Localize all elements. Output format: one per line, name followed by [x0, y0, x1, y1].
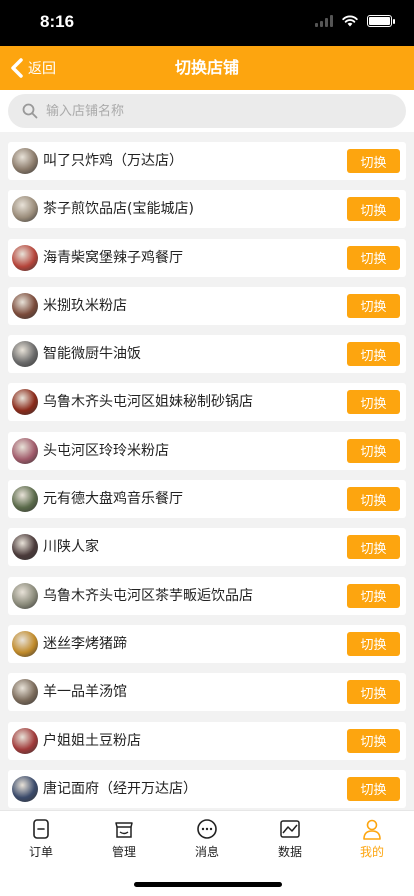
tab-label: 管理 — [111, 845, 136, 859]
back-button[interactable]: 返回 — [10, 46, 56, 90]
search-input[interactable] — [46, 103, 366, 119]
status-icons — [315, 14, 395, 27]
switch-store-button[interactable]: 切换 — [347, 535, 400, 560]
store-row[interactable]: 元有德大盘鸡音乐餐厅 切换 — [8, 480, 406, 519]
switch-store-button[interactable]: 切换 — [347, 438, 400, 463]
tab-order[interactable]: 订单 — [11, 811, 71, 867]
status-bar: 8:16 — [0, 0, 414, 46]
switch-store-button[interactable]: 切换 — [347, 342, 400, 367]
store-row[interactable]: 羊一品羊汤馆 切换 — [8, 673, 406, 712]
store-avatar — [12, 341, 38, 368]
store-name: 茶子煎饮品店(宝能城店) — [43, 201, 194, 218]
store-name: 川陕人家 — [43, 539, 99, 556]
store-name: 户姐姐土豆粉店 — [43, 732, 141, 749]
store-avatar — [12, 582, 38, 609]
tab-label: 消息 — [194, 845, 219, 859]
store-name: 海青柴窝堡辣子鸡餐厅 — [43, 249, 183, 266]
tab-label: 数据 — [277, 845, 302, 859]
tab-label: 我的 — [359, 845, 384, 859]
store-avatar — [12, 196, 38, 223]
store-row[interactable]: 头屯河区玲玲米粉店 切换 — [8, 431, 406, 470]
store-avatar — [12, 244, 38, 271]
tab-store[interactable]: 管理 — [94, 811, 154, 867]
switch-store-button[interactable]: 切换 — [347, 197, 400, 222]
store-list: 叫了只炸鸡（万达店） 切换 茶子煎饮品店(宝能城店) 切换 海青柴窝堡辣子鸡餐厅 切换 米捌… — [0, 142, 414, 818]
nav-bar: 返回 切换店铺 — [0, 46, 414, 90]
store-name: 头屯河区玲玲米粉店 — [43, 442, 169, 459]
store-avatar — [12, 679, 38, 706]
wifi-icon — [342, 15, 358, 27]
switch-store-button[interactable]: 切换 — [347, 728, 400, 753]
switch-store-button[interactable]: 切换 — [347, 390, 400, 415]
store-row[interactable]: 迷丝李烤猪蹄 切换 — [8, 624, 406, 663]
store-row[interactable]: 茶子煎饮品店(宝能城店) 切换 — [8, 190, 406, 229]
store-row[interactable]: 智能微厨牛油饭 切换 — [8, 335, 406, 374]
store-avatar — [12, 727, 38, 754]
user-icon — [363, 819, 381, 840]
tab-message[interactable]: 消息 — [177, 811, 237, 867]
store-row[interactable]: 叫了只炸鸡（万达店） 切换 — [8, 142, 406, 180]
order-icon — [33, 819, 49, 839]
store-icon — [115, 822, 133, 838]
switch-store-button[interactable]: 切换 — [347, 583, 400, 608]
store-name: 羊一品羊汤馆 — [43, 684, 127, 701]
search-icon — [22, 103, 38, 119]
store-name: 乌鲁木齐头屯河区姐妹秘制砂锅店 — [43, 394, 253, 411]
status-time: 8:16 — [40, 12, 75, 31]
search-bar — [0, 90, 414, 132]
store-row[interactable]: 户姐姐土豆粉店 切换 — [8, 721, 406, 760]
battery-icon — [367, 14, 395, 27]
store-name: 迷丝李烤猪蹄 — [43, 635, 127, 652]
store-name: 米捌玖米粉店 — [43, 297, 127, 314]
search-box — [8, 94, 406, 128]
switch-store-button[interactable]: 切换 — [347, 149, 400, 173]
store-row[interactable]: 米捌玖米粉店 切换 — [8, 286, 406, 325]
store-avatar — [12, 148, 38, 174]
store-row[interactable]: 乌鲁木齐头屯河区茶芋畈逅饮品店 切换 — [8, 576, 406, 615]
store-name: 叫了只炸鸡（万达店） — [43, 153, 183, 169]
switch-store-button[interactable]: 切换 — [347, 293, 400, 318]
page-title: 切换店铺 — [174, 58, 239, 77]
store-avatar — [12, 534, 38, 561]
chart-icon — [280, 820, 300, 838]
message-icon — [197, 819, 217, 839]
store-avatar — [12, 486, 38, 513]
store-row[interactable]: 海青柴窝堡辣子鸡餐厅 切换 — [8, 238, 406, 277]
switch-store-button[interactable]: 切换 — [347, 487, 400, 512]
tab-chart[interactable]: 数据 — [260, 811, 320, 867]
tab-label: 订单 — [28, 845, 53, 859]
store-name: 乌鲁木齐头屯河区茶芋畈逅饮品店 — [43, 587, 253, 604]
store-avatar — [12, 630, 38, 657]
cellular-signal-icon — [315, 14, 333, 27]
store-row[interactable]: 唐记面府（经开万达店） 切换 — [8, 769, 406, 808]
switch-store-button[interactable]: 切换 — [347, 680, 400, 705]
store-avatar — [12, 389, 38, 416]
store-avatar — [12, 775, 38, 802]
store-row[interactable]: 乌鲁木齐头屯河区姐妹秘制砂锅店 切换 — [8, 383, 406, 422]
back-label: 返回 — [28, 61, 56, 77]
store-avatar — [12, 437, 38, 464]
chevron-left-icon — [11, 58, 23, 78]
switch-store-button[interactable]: 切换 — [347, 776, 400, 801]
store-row[interactable]: 川陕人家 切换 — [8, 528, 406, 567]
store-name: 智能微厨牛油饭 — [43, 346, 141, 363]
home-indicator — [134, 882, 282, 887]
switch-store-button[interactable]: 切换 — [347, 631, 400, 656]
store-avatar — [12, 292, 38, 319]
store-name: 唐记面府（经开万达店） — [43, 780, 197, 797]
switch-store-button[interactable]: 切换 — [347, 245, 400, 270]
store-name: 元有德大盘鸡音乐餐厅 — [43, 491, 183, 508]
tab-user[interactable]: 我的 — [342, 811, 402, 867]
